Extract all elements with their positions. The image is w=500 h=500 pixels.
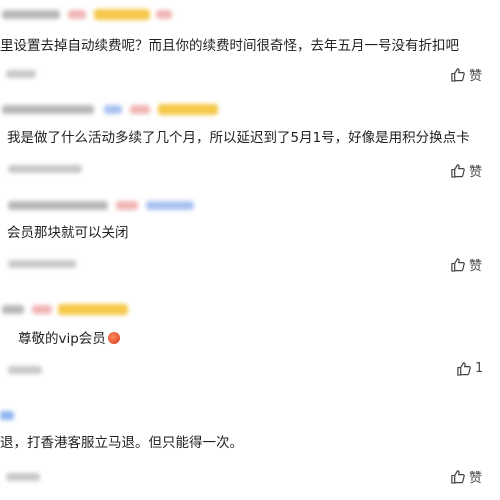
comment-item: 尊敬的vip会员 1: [0, 290, 500, 390]
like-button[interactable]: 1: [456, 361, 483, 376]
comment-item: 退，打香港客服立马退。但只能得一次。 赞: [0, 390, 500, 500]
like-button[interactable]: 赞: [450, 65, 482, 84]
comment-meta-blurred: [8, 366, 42, 374]
comment-meta-blurred: [6, 70, 36, 78]
like-label: 赞: [469, 471, 483, 486]
comment-text: 退，打香港客服立马退。但只能得一次。: [0, 435, 243, 451]
peach-emoji-icon: [107, 332, 120, 344]
like-label: 赞: [469, 165, 483, 180]
comment-item: 会员那块就可以关闭 赞: [0, 190, 500, 290]
comment-text: 里设置去掉自动续费呢？而且你的续费时间很奇怪，去年五月一号没有折扣吧: [0, 38, 459, 54]
like-button[interactable]: 赞: [450, 255, 482, 274]
like-count: 1: [475, 361, 484, 376]
thumbs-up-icon: [457, 362, 471, 376]
comment-text: 尊敬的vip会员: [18, 330, 120, 348]
comment-text: 我是做了什么活动多续了几个月，所以延迟到了5月1号，好像是用积分换点卡: [7, 130, 470, 146]
thumbs-up-icon: [451, 164, 465, 178]
comment-item: 我是做了什么活动多续了几个月，所以延迟到了5月1号，好像是用积分换点卡 赞: [0, 92, 500, 190]
comment-item: 里设置去掉自动续费呢？而且你的续费时间很奇怪，去年五月一号没有折扣吧 赞: [0, 0, 500, 92]
comment-meta-blurred: [8, 165, 82, 173]
like-label: 赞: [469, 259, 483, 274]
like-button[interactable]: 赞: [450, 161, 482, 180]
thumbs-up-icon: [451, 470, 465, 484]
comment-meta-blurred: [8, 260, 76, 268]
comment-meta-blurred: [6, 473, 40, 481]
like-label: 赞: [469, 69, 483, 84]
comment-text: 会员那块就可以关闭: [7, 225, 129, 241]
like-button[interactable]: 赞: [450, 467, 482, 486]
thumbs-up-icon: [451, 68, 465, 82]
comment-text-content: 尊敬的vip会员: [18, 331, 106, 347]
thumbs-up-icon: [451, 258, 465, 272]
